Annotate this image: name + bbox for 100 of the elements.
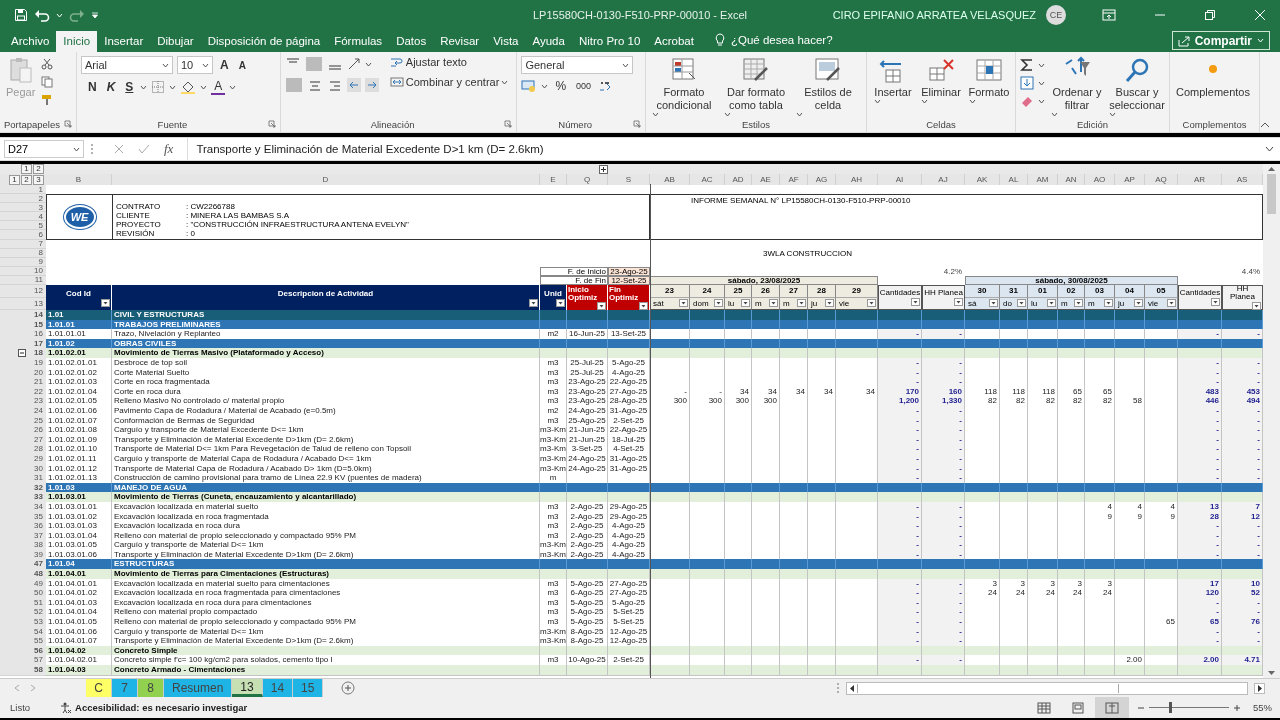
copy-icon[interactable] — [41, 76, 54, 88]
row-number[interactable]: 23 — [34, 396, 43, 406]
outline-level-button[interactable]: 1 — [21, 164, 32, 174]
font-size-field[interactable]: 10 — [177, 56, 213, 74]
filter-dropdown[interactable] — [1167, 299, 1176, 308]
column-header[interactable]: AM — [1028, 174, 1058, 185]
formula-field[interactable]: Transporte y Eliminación de Material Excedente D>1 km (D= 2.6km) — [188, 143, 1265, 155]
caret-icon[interactable] — [1038, 98, 1045, 104]
row-number[interactable]: 32 — [34, 482, 43, 493]
caret-icon[interactable] — [200, 84, 208, 90]
number-format-field[interactable]: General — [521, 56, 634, 74]
caret-icon[interactable] — [874, 99, 882, 104]
filter-dropdown[interactable] — [639, 301, 648, 310]
eraser-icon[interactable] — [1020, 94, 1034, 108]
column-header[interactable]: AJ — [922, 174, 965, 185]
column-header[interactable]: AI — [878, 174, 922, 185]
row-number[interactable]: 54 — [34, 626, 43, 637]
column-header[interactable]: Q — [567, 174, 608, 185]
row-number[interactable]: 53 — [34, 617, 43, 627]
ribbon-tab[interactable]: Revisar — [433, 31, 487, 52]
filter-dropdown[interactable] — [1252, 302, 1261, 311]
row-number[interactable]: 26 — [34, 425, 43, 435]
row-number[interactable]: 39 — [34, 549, 43, 560]
caret-icon[interactable] — [73, 146, 80, 152]
caret-icon[interactable] — [1109, 112, 1117, 117]
caret-icon[interactable] — [1038, 62, 1045, 68]
outline-level-button[interactable]: 2 — [21, 174, 32, 185]
sheet-tab[interactable]: 13 — [232, 679, 263, 697]
thousands-button[interactable]: 000 — [573, 81, 595, 91]
row-number[interactable]: 8 — [38, 248, 43, 258]
row-number[interactable]: 10 — [34, 266, 43, 276]
row-number[interactable]: 22 — [34, 386, 43, 397]
caret-icon[interactable] — [541, 83, 549, 89]
row-number[interactable]: 52 — [34, 607, 43, 618]
scroll-down-icon[interactable] — [1267, 670, 1276, 676]
sheet-tab[interactable]: Resumen — [164, 679, 233, 697]
sheet-tab[interactable]: 14 — [262, 679, 294, 697]
row-number[interactable]: 48 — [34, 569, 43, 579]
cells-button[interactable]: Formato — [967, 56, 1011, 116]
ribbon-tab[interactable]: Vista — [486, 31, 526, 52]
row-number[interactable]: 56 — [34, 645, 43, 656]
filter-dropdown[interactable] — [1074, 299, 1083, 308]
ribbon-tab[interactable]: Nitro Pro 10 — [571, 31, 648, 52]
ribbon-tab[interactable]: Dibujar — [150, 31, 201, 52]
row-number[interactable]: 6 — [38, 230, 43, 239]
add-sheet-icon[interactable] — [341, 681, 356, 695]
collapse-ribbon-icon[interactable] — [1260, 122, 1270, 128]
editing-button[interactable]: Ordenar y filtrar — [1049, 56, 1105, 117]
row-number[interactable]: 24 — [34, 405, 43, 416]
percent-button[interactable]: % — [552, 79, 570, 93]
caret-icon[interactable] — [796, 112, 803, 117]
caret-icon[interactable] — [1051, 112, 1058, 117]
sum-icon[interactable] — [1020, 58, 1034, 72]
zoom-in-icon[interactable] — [1233, 703, 1241, 712]
row-number[interactable]: 50 — [34, 588, 43, 598]
user-avatar[interactable]: CE — [1046, 5, 1066, 25]
row-number[interactable]: 47 — [34, 559, 43, 570]
expand-group-button[interactable] — [599, 164, 608, 174]
wrap-text-button[interactable]: Ajustar texto — [386, 56, 512, 68]
column-header[interactable]: AK — [965, 174, 1000, 185]
row-number[interactable]: 27 — [34, 434, 43, 445]
expand-icon[interactable] — [1265, 146, 1274, 152]
filter-dropdown[interactable] — [1047, 299, 1056, 308]
merge-center-button[interactable]: Combinar y centrar — [386, 76, 512, 88]
addins-button[interactable]: Complementos — [1174, 56, 1252, 116]
filter-dropdown[interactable] — [529, 298, 538, 307]
row-number[interactable]: 5 — [38, 220, 43, 230]
orientation-icon[interactable] — [346, 57, 361, 71]
filter-dropdown[interactable] — [1104, 299, 1113, 308]
sheet-tab[interactable]: 15 — [293, 679, 324, 697]
scroll-right-icon[interactable] — [1254, 682, 1265, 694]
column-header[interactable]: AG — [808, 174, 836, 185]
row-number[interactable]: 19 — [34, 358, 43, 368]
caret-icon[interactable] — [229, 84, 237, 90]
row-number[interactable]: 38 — [34, 540, 43, 550]
row-number[interactable]: 29 — [34, 453, 43, 464]
filter-dropdown[interactable] — [556, 298, 565, 307]
filter-dropdown[interactable] — [714, 299, 723, 308]
filter-dropdown[interactable] — [867, 299, 876, 308]
row-number[interactable]: 7 — [38, 239, 43, 249]
row-number[interactable]: 18 — [34, 348, 43, 358]
filter-dropdown[interactable] — [989, 299, 998, 308]
save-icon[interactable] — [14, 8, 28, 22]
ribbon-tab[interactable]: Disposición de página — [200, 31, 328, 52]
share-button[interactable]: Compartir — [1171, 31, 1270, 50]
column-header[interactable]: AC — [690, 174, 725, 185]
column-header[interactable]: D — [112, 174, 540, 185]
undo-icon[interactable] — [34, 8, 50, 22]
sheet-tab[interactable]: 7 — [112, 679, 138, 697]
sheet-tab[interactable]: 8 — [138, 679, 164, 697]
italic-button[interactable]: K — [103, 80, 119, 94]
caret-icon[interactable] — [724, 112, 731, 117]
cut-icon[interactable] — [41, 58, 54, 70]
row-number[interactable]: 28 — [34, 444, 43, 454]
fill-down-icon[interactable] — [1020, 76, 1034, 90]
row-number[interactable]: 20 — [34, 367, 43, 378]
row-number[interactable]: 37 — [34, 530, 43, 541]
grow-font-button[interactable]: A — [217, 58, 232, 72]
row-number[interactable]: 1 — [38, 184, 43, 194]
row-number[interactable]: 34 — [34, 501, 43, 512]
